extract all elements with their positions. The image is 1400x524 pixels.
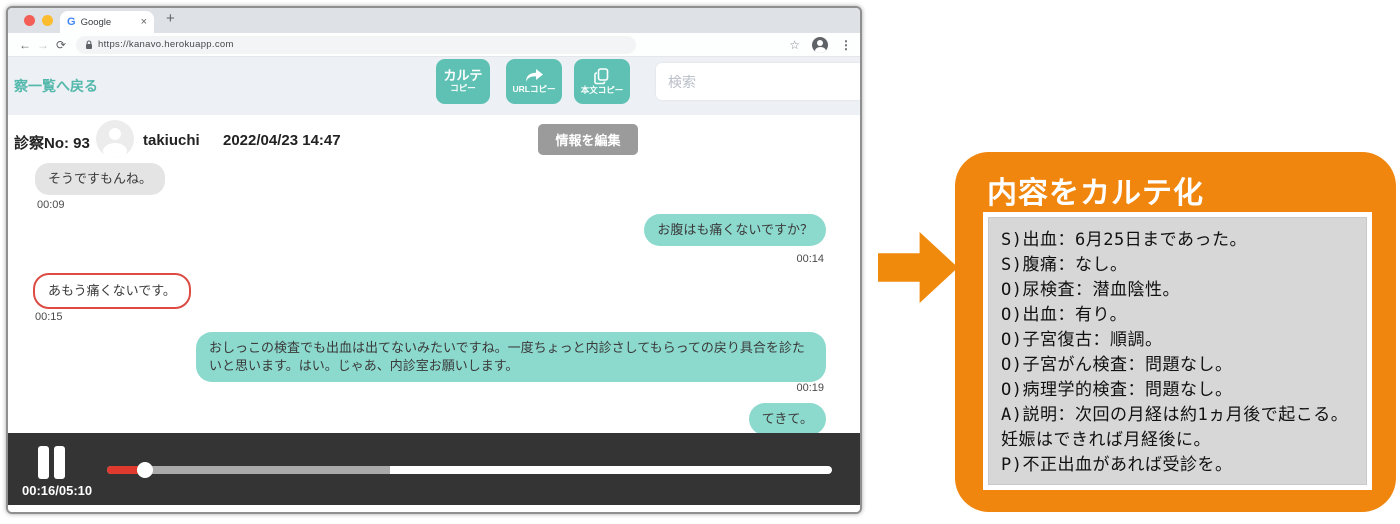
karte-text-box: S)出血：6月25日まであった。 S)腹痛：なし。 O)尿検査：潜血陰性。 O)…	[983, 212, 1372, 490]
karte-line: S)出血：6月25日まであった。	[1001, 230, 1248, 250]
karte-line: O)尿検査：潜血陰性。	[1001, 280, 1180, 300]
screenshot-canvas: G Google × + ← → ⟳ https://kanavo.heroku…	[0, 0, 1400, 524]
reload-icon[interactable]: ⟳	[52, 38, 70, 52]
chat-bubble-highlighted: あもう痛くないです。	[33, 273, 191, 309]
url-text: https://kanavo.herokuapp.com	[98, 39, 234, 50]
pause-button[interactable]	[38, 446, 66, 479]
orange-arrow-icon	[878, 232, 958, 303]
browser-url-bar: ← → ⟳ https://kanavo.herokuapp.com ☆ ⋮	[8, 33, 860, 57]
tab-title: Google	[80, 16, 112, 28]
minimize-window-button[interactable]	[42, 15, 53, 26]
share-arrow-icon	[526, 69, 543, 83]
new-tab-button[interactable]: +	[166, 10, 175, 27]
browser-profile-icon[interactable]	[812, 36, 828, 53]
back-icon[interactable]: ←	[16, 38, 34, 52]
message-timestamp: 00:19	[796, 382, 824, 394]
browser-tab-google[interactable]: G Google ×	[60, 11, 154, 33]
back-to-consult-list-link[interactable]: 察一覧へ戻る	[14, 76, 98, 96]
search-input[interactable]	[656, 63, 860, 100]
tab-close-icon[interactable]: ×	[141, 16, 147, 28]
address-bar[interactable]: https://kanavo.herokuapp.com	[76, 35, 636, 54]
karte-copy-label-sub: コピー	[450, 83, 476, 94]
url-copy-button[interactable]: URLコピー	[506, 59, 562, 104]
karte-line: S)腹痛：なし。	[1001, 255, 1128, 275]
karte-line: O)出血：有り。	[1001, 305, 1128, 325]
bookmark-star-icon[interactable]: ☆	[789, 38, 800, 52]
karte-callout-panel: 内容をカルテ化 S)出血：6月25日まであった。 S)腹痛：なし。 O)尿検査：…	[955, 152, 1396, 512]
chat-bubble-left: そうですもんね。	[35, 163, 166, 195]
url-copy-label: URLコピー	[512, 84, 556, 95]
urlbar-actions: ☆ ⋮	[789, 36, 852, 53]
browser-window: G Google × + ← → ⟳ https://kanavo.heroku…	[6, 6, 862, 514]
callout-title: 内容をカルテ化	[987, 177, 1204, 210]
message-timestamp: 00:15	[35, 311, 63, 323]
chat-bubble-right: てきて。	[748, 403, 826, 435]
copy-pages-icon	[594, 68, 609, 85]
karte-copy-button[interactable]: カルテ コピー	[436, 59, 490, 104]
google-favicon-icon: G	[67, 15, 76, 28]
message-timestamp: 00:09	[37, 199, 65, 211]
message-timestamp: 00:14	[796, 253, 824, 265]
lock-icon	[86, 39, 92, 49]
progress-handle[interactable]	[136, 462, 153, 478]
body-copy-label: 本文コピー	[580, 84, 624, 95]
avatar	[96, 120, 134, 158]
edit-info-button[interactable]: 情報を編集	[538, 124, 638, 155]
forward-icon[interactable]: →	[34, 38, 52, 52]
chat-bubble-right-long: おしっこの検査でも出血は出てないみたいですね。一度ちょっと内診さしてもらっての戻…	[196, 332, 826, 382]
karte-line: O)病理学的検査：問題なし。	[1001, 380, 1233, 400]
karte-line: A)説明：次回の月経は約1ヵ月後で起こる。妊娠はできれば月経後に。	[1001, 405, 1349, 450]
karte-line: O)子宮がん検査：問題なし。	[1001, 355, 1233, 375]
consult-datetime: 2022/04/23 14:47	[223, 132, 341, 149]
karte-line: O)子宮復古：順調。	[1001, 330, 1163, 350]
consult-number: 診察No: 93	[14, 135, 90, 152]
karte-copy-label-main: カルテ	[443, 68, 483, 84]
player-time-display: 00:16/05:10	[22, 483, 93, 498]
chat-bubble-right: お腹はも痛くないですか？	[644, 214, 826, 246]
karte-line: P)不正出血があれば受診を。	[1001, 455, 1233, 475]
user-name: takiuchi	[143, 132, 200, 149]
audio-player-bar: 00:16/05:10	[8, 433, 860, 505]
close-window-button[interactable]	[24, 15, 35, 26]
browser-menu-icon[interactable]: ⋮	[840, 38, 852, 52]
browser-tab-bar: G Google × +	[8, 8, 860, 33]
progress-bar[interactable]	[107, 462, 832, 478]
body-copy-button[interactable]: 本文コピー	[574, 59, 630, 104]
